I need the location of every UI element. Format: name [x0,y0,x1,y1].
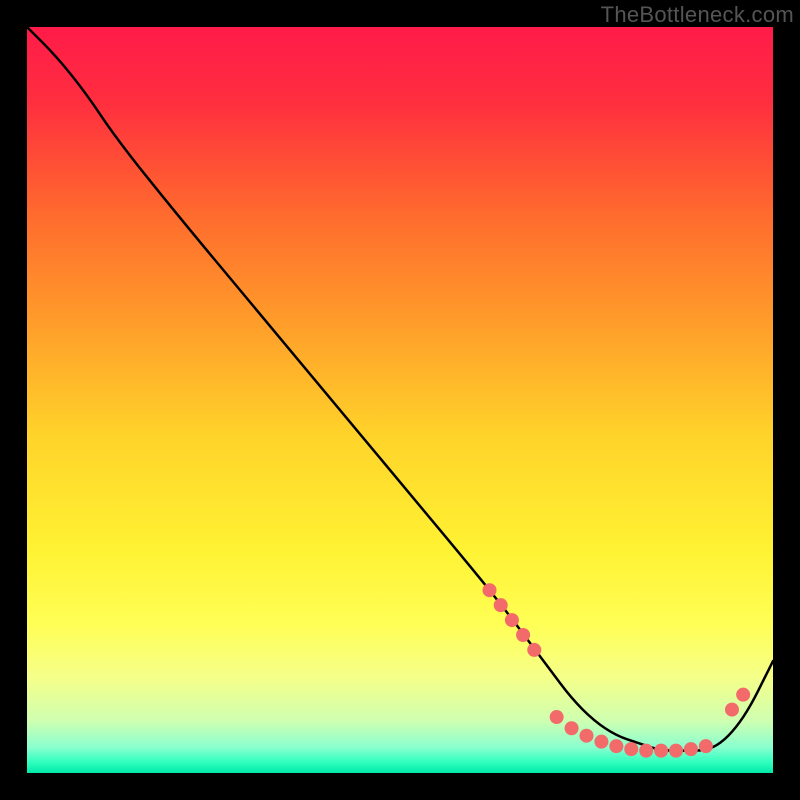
data-marker [639,744,653,758]
data-marker [736,688,750,702]
data-marker [669,744,683,758]
data-marker [580,729,594,743]
data-marker [654,744,668,758]
data-marker [483,583,497,597]
data-marker [725,703,739,717]
chart-frame: TheBottleneck.com [0,0,800,800]
data-marker [594,735,608,749]
data-marker [550,710,564,724]
gradient-background [27,27,773,773]
data-marker [624,742,638,756]
data-marker [609,739,623,753]
data-marker [684,742,698,756]
data-marker [699,739,713,753]
data-marker [516,628,530,642]
chart-plot [27,27,773,773]
data-marker [527,643,541,657]
data-marker [494,598,508,612]
data-marker [505,613,519,627]
data-marker [565,721,579,735]
watermark-text: TheBottleneck.com [601,2,794,28]
